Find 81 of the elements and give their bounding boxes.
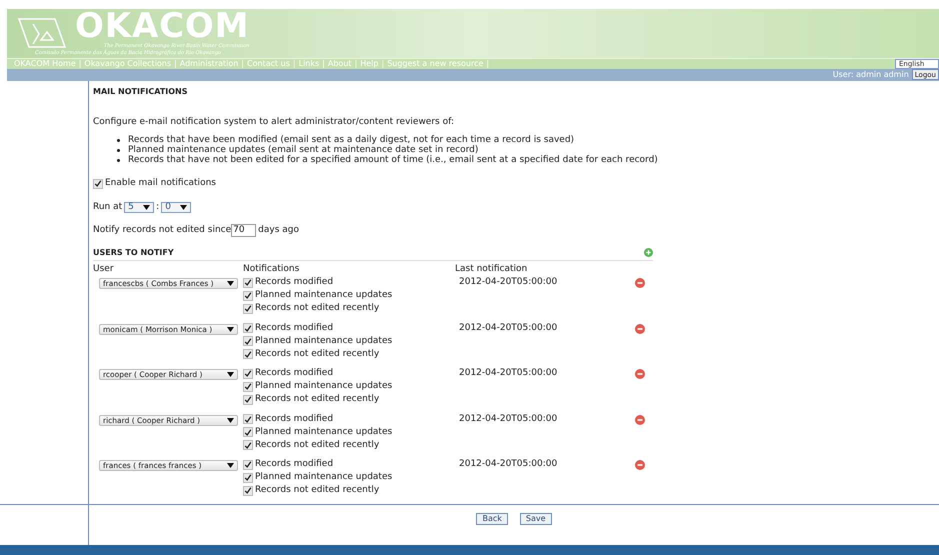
nav-separator: |: [292, 58, 296, 70]
nav-separator: |: [381, 58, 384, 70]
checkbox[interactable]: [243, 349, 253, 360]
checkbox[interactable]: [243, 368, 253, 379]
notification-label: Planned maintenance updates: [255, 471, 392, 484]
days-input[interactable]: 70: [231, 224, 256, 238]
notification-label: Planned maintenance updates: [255, 380, 392, 394]
bullet-text: Records that have not been edited for a specified amount of time (i.e., email sent at a specified date for each record): [128, 155, 658, 166]
nav-separator: |: [78, 58, 82, 70]
last-notification: 2012-04-20T05:00:00: [459, 458, 558, 472]
checkbox[interactable]: [243, 427, 253, 438]
nav-separator: |: [322, 58, 325, 70]
bullet-icon: [117, 138, 120, 142]
user-label: User: admin admin: [832, 68, 909, 81]
notification-label: Records modified: [255, 367, 334, 380]
nav-separator: |: [241, 58, 244, 70]
caret-icon: [180, 204, 188, 210]
days-suffix: days ago: [258, 224, 299, 238]
remove-icon[interactable]: [635, 460, 645, 470]
checkbox[interactable]: [243, 278, 253, 288]
checkbox[interactable]: [243, 323, 253, 334]
remove-icon[interactable]: [635, 369, 645, 380]
remove-icon[interactable]: [635, 414, 645, 425]
bullet-icon: [117, 148, 120, 152]
logo-icon: [17, 16, 67, 50]
notification-label: Records not edited recently: [255, 438, 380, 452]
checkbox[interactable]: [243, 336, 253, 346]
notification-label: Records modified: [255, 322, 334, 335]
notification-label: Planned maintenance updates: [255, 289, 392, 302]
bullet-icon: [117, 158, 120, 162]
notification-label: Records modified: [255, 276, 334, 290]
page-title: MAIL NOTIFICATIONS: [93, 86, 188, 98]
checkbox[interactable]: [243, 382, 253, 392]
checkbox[interactable]: [243, 414, 253, 424]
caret-icon: [227, 372, 234, 378]
notification-label: Planned maintenance updates: [255, 426, 392, 439]
notification-label: Records not edited recently: [255, 484, 380, 498]
checkbox[interactable]: [243, 460, 253, 470]
minute-select[interactable]: 0: [161, 202, 192, 213]
time-separator: :: [156, 200, 160, 214]
column-header: User: [93, 262, 115, 276]
notification-label: Planned maintenance updates: [255, 334, 392, 348]
checkbox[interactable]: [93, 178, 103, 189]
last-notification: 2012-04-20T05:00:00: [459, 367, 558, 380]
enable-label: Enable mail notifications: [105, 177, 216, 190]
logo-text: OKACOM: [75, 8, 250, 43]
caret-icon: [143, 204, 150, 210]
checkbox[interactable]: [243, 472, 253, 483]
last-notification: 2012-04-20T05:00:00: [459, 322, 558, 335]
column-header: Notifications: [243, 262, 300, 276]
bullet-text: Records that have been modified (email sent as a daily digest, not for each time a record is saved): [128, 135, 574, 146]
notification-label: Records not edited recently: [255, 348, 380, 361]
last-notification: 2012-04-20T05:00:00: [459, 412, 558, 426]
hour-select[interactable]: 5: [124, 202, 154, 213]
remove-icon[interactable]: [635, 324, 645, 334]
form-button[interactable]: Back: [476, 513, 508, 526]
column-header: Last notification: [455, 262, 528, 276]
notify-label: Notify records not edited since: [93, 224, 232, 238]
checkbox[interactable]: [243, 304, 253, 314]
notification-label: Records modified: [255, 412, 334, 426]
checkbox[interactable]: [243, 486, 253, 496]
form-button[interactable]: Save: [520, 513, 552, 526]
nav-separator: |: [174, 58, 177, 70]
bullet-text: Planned maintenance updates (email sent at maintenance date set in record): [128, 145, 478, 156]
section-title: USERS TO NOTIFY: [93, 246, 174, 259]
caret-icon: [227, 418, 234, 423]
run-at-label: Run at: [93, 200, 122, 214]
intro-text: Configure e-mail notification system to alert administrator/content reviewers of:: [93, 116, 455, 129]
caret-icon: [227, 326, 234, 332]
checkbox[interactable]: [243, 440, 253, 450]
nav-separator: |: [486, 58, 490, 70]
notification-label: Records not edited recently: [255, 302, 380, 316]
notification-label: Records not edited recently: [255, 393, 380, 406]
caret-icon: [227, 281, 234, 286]
checkbox[interactable]: [243, 290, 253, 301]
last-notification: 2012-04-20T05:00:00: [459, 276, 558, 290]
notification-label: Records modified: [255, 458, 334, 472]
remove-icon[interactable]: [635, 278, 645, 288]
caret-icon: [227, 463, 234, 468]
nav-separator: |: [354, 58, 358, 70]
checkbox[interactable]: [243, 394, 253, 405]
